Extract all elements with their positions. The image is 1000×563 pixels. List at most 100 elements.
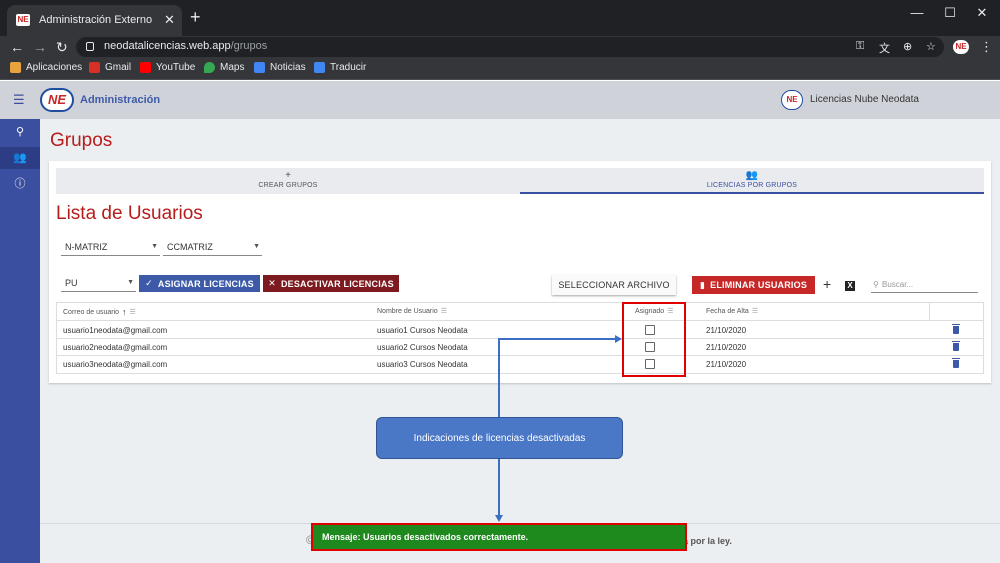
key-icon[interactable]: ⚿ — [856, 40, 864, 53]
filter-icon[interactable]: ☰ — [441, 307, 447, 315]
seleccionar-archivo-button[interactable]: SELECCIONAR ARCHIVO — [552, 275, 676, 295]
app-root: ☰ NE Administración NE Licencias Nube Ne… — [0, 81, 1000, 563]
table-header: Correo de usuario ↑ ☰ Nombre de Usuario ☰ A… — [57, 303, 983, 321]
neodata-logo: NE — [40, 88, 74, 112]
filter-icon[interactable]: ☰ — [130, 308, 136, 316]
matriz-select[interactable]: N-MATRIZ ▼ — [61, 240, 160, 256]
translate-icon — [314, 62, 325, 73]
check-icon: ✓ — [145, 278, 153, 288]
bookmark-traducir[interactable]: Traducir — [314, 62, 366, 73]
tab-licencias-por-grupos[interactable]: 👥 LICENCIAS POR GRUPOS — [520, 168, 984, 194]
connector-line — [498, 459, 500, 516]
forward-icon[interactable]: → — [33, 38, 47, 56]
bookmark-maps[interactable]: Maps — [204, 62, 244, 73]
star-icon[interactable]: ☆ — [926, 40, 936, 53]
asignado-highlight-box — [622, 302, 686, 377]
search-icon[interactable]: ⚲ — [0, 121, 40, 143]
reload-icon[interactable]: ↻ — [56, 38, 68, 56]
desactivar-licencias-button[interactable]: ✕ DESACTIVAR LICENCIAS — [263, 275, 399, 292]
arrow-down-icon — [495, 515, 503, 522]
cell-fecha: 21/10/2020 — [706, 360, 747, 369]
dropdown-arrow-icon: ▼ — [253, 243, 260, 250]
users-icon[interactable]: 👥 — [0, 147, 40, 169]
bookmark-noticias[interactable]: Noticias — [254, 62, 306, 73]
asignar-licencias-button[interactable]: ✓ ASIGNAR LICENCIAS — [139, 275, 260, 292]
cell-fecha: 21/10/2020 — [706, 343, 747, 352]
plus-icon: + — [285, 170, 291, 181]
delete-trash-icon[interactable] — [952, 324, 960, 334]
bookmark-gmail[interactable]: Gmail — [89, 62, 131, 73]
info-icon[interactable]: ⓘ — [0, 173, 40, 195]
eliminar-usuarios-button[interactable]: ▮ ELIMINAR USUARIOS — [692, 276, 815, 294]
page-title: Grupos — [50, 130, 113, 151]
dropdown-arrow-icon: ▼ — [151, 243, 158, 250]
maps-pin-icon — [204, 62, 215, 73]
menu-kebab-icon[interactable]: ⋮ — [980, 39, 993, 55]
ccmatriz-select[interactable]: CCMATRIZ ▼ — [163, 240, 262, 256]
delete-trash-icon[interactable] — [952, 341, 960, 351]
cell-nombre: usuario1 Cursos Neodata — [377, 326, 468, 335]
hamburger-menu-icon[interactable]: ☰ — [13, 92, 25, 108]
gmail-icon — [89, 62, 100, 73]
favicon-icon: NE — [16, 14, 30, 26]
trash-icon: ▮ — [699, 279, 706, 290]
side-nav: ⚲ 👥 ⓘ — [0, 119, 40, 563]
browser-tab[interactable]: NE Administración Externo ✕ — [7, 5, 182, 36]
dropdown-arrow-icon: ▼ — [127, 279, 134, 286]
arrow-right-icon — [615, 335, 622, 343]
delete-trash-icon[interactable] — [952, 358, 960, 368]
people-icon: 👥 — [745, 170, 759, 181]
window-close-icon[interactable]: ✕ — [972, 5, 992, 21]
translate-icon[interactable]: 文 — [879, 40, 890, 56]
zoom-icon[interactable]: ⊕ — [903, 40, 912, 53]
browser-tab-strip: NE Administración Externo ✕ + — ☐ ✕ — [0, 0, 1000, 36]
back-icon[interactable]: ← — [10, 38, 24, 56]
search-input[interactable]: ⚲ Buscar... — [871, 277, 978, 293]
header-nombre[interactable]: Nombre de Usuario ☰ — [377, 307, 447, 316]
news-icon — [254, 62, 265, 73]
youtube-icon — [140, 62, 151, 73]
sort-up-icon[interactable]: ↑ — [122, 307, 127, 317]
app-title: Administración — [80, 94, 161, 106]
connector-line — [498, 338, 500, 417]
extension-icon[interactable]: NE — [953, 40, 969, 54]
tab-title: Administración Externo — [39, 14, 153, 26]
bookmark-apps[interactable]: Aplicaciones — [10, 62, 82, 73]
app-header: ☰ NE Administración NE Licencias Nube Ne… — [0, 81, 1000, 119]
cell-nombre: usuario2 Cursos Neodata — [377, 343, 468, 352]
apps-grid-icon — [10, 62, 21, 73]
tab-crear-grupos[interactable]: + CREAR GRUPOS — [56, 168, 520, 194]
main-content: Grupos + CREAR GRUPOS 👥 LICENCIAS POR GR… — [40, 119, 1000, 563]
footer-text: a por la ley. — [683, 536, 732, 546]
cell-correo: usuario3neodata@gmail.com — [63, 360, 168, 369]
section-title: Lista de Usuarios — [56, 203, 203, 224]
table-row: usuario2neodata@gmail.com usuario2 Curso… — [57, 339, 983, 356]
new-tab-icon[interactable]: + — [190, 8, 201, 26]
table-row: usuario3neodata@gmail.com usuario3 Curso… — [57, 356, 983, 373]
connector-line — [498, 338, 616, 340]
header-correo[interactable]: Correo de usuario ↑ ☰ — [63, 307, 136, 317]
maximize-icon[interactable]: ☐ — [940, 5, 960, 21]
bookmark-youtube[interactable]: YouTube — [140, 62, 195, 73]
minimize-icon[interactable]: — — [907, 5, 927, 20]
cell-nombre: usuario3 Cursos Neodata — [377, 360, 468, 369]
account-logo: NE — [781, 90, 803, 110]
lock-icon — [86, 42, 94, 51]
address-bar[interactable]: neodatalicencias.web.app/grupos ⚿ 文 ⊕ ☆ — [76, 37, 944, 57]
table-row: usuario1neodata@gmail.com usuario1 Curso… — [57, 322, 983, 339]
add-icon[interactable]: + — [823, 276, 831, 292]
close-icon[interactable]: ✕ — [164, 12, 175, 28]
search-icon: ⚲ — [873, 280, 879, 289]
header-fecha[interactable]: Fecha de Alta ☰ — [706, 307, 758, 316]
browser-toolbar: ← → ↻ neodatalicencias.web.app/grupos ⚿ … — [0, 36, 1000, 58]
cell-fecha: 21/10/2020 — [706, 326, 747, 335]
callout-box: Indicaciones de licencias desactivadas — [376, 417, 623, 459]
account-label[interactable]: Licencias Nube Neodata — [810, 94, 919, 105]
column-divider — [929, 303, 930, 321]
pu-select[interactable]: PU ▼ — [61, 276, 136, 292]
filter-icon[interactable]: ☰ — [752, 307, 758, 315]
excel-icon[interactable]: X — [845, 281, 855, 291]
close-x-icon: ✕ — [268, 278, 276, 288]
url-text: neodatalicencias.web.app/grupos — [104, 40, 268, 52]
cell-correo: usuario1neodata@gmail.com — [63, 326, 168, 335]
